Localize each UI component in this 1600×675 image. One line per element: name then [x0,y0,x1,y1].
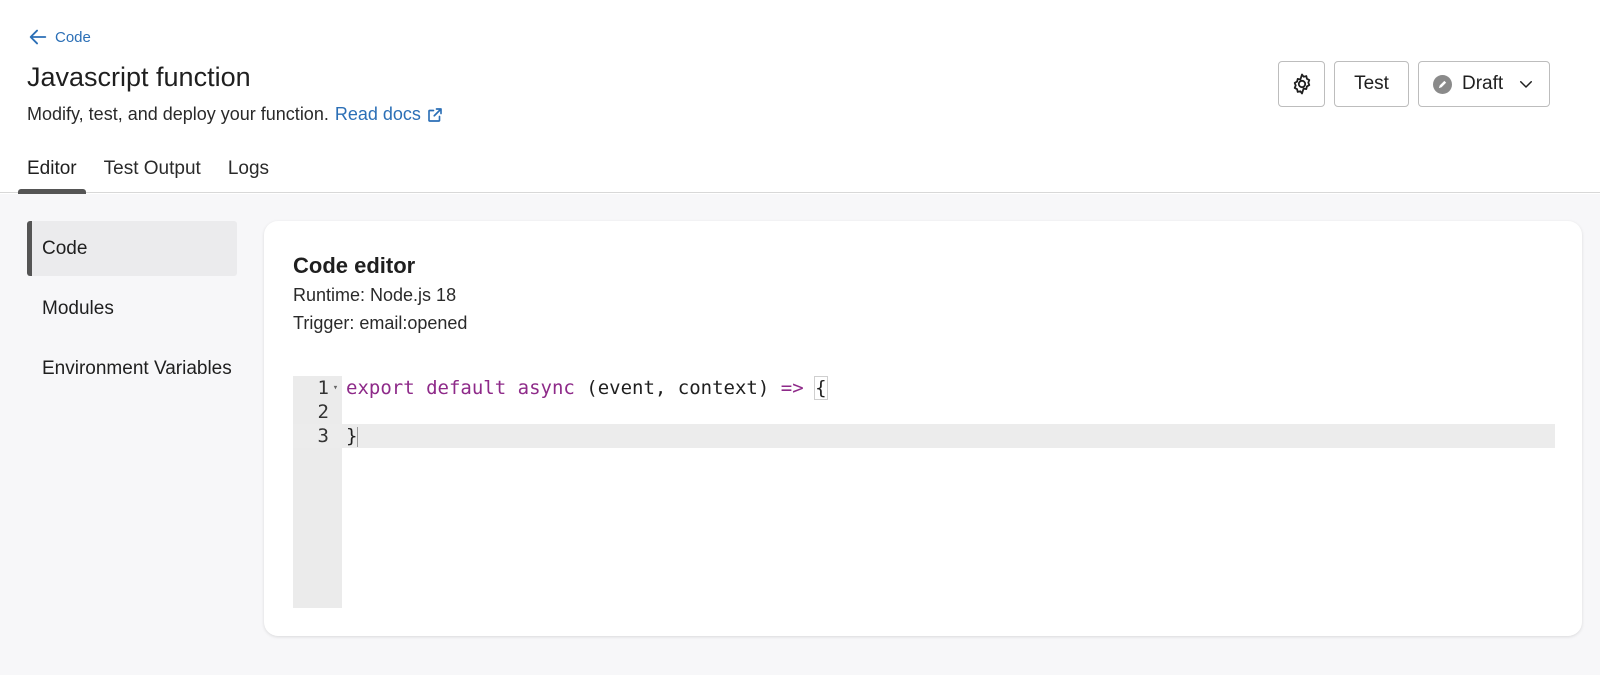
params-token: (event, context) [586,377,770,399]
subtitle-text: Modify, test, and deploy your function. [27,104,329,124]
code-line-2[interactable]: 2 [293,400,1555,424]
tab-editor[interactable]: Editor [18,150,86,194]
page-header: Code Javascript function Modify, test, a… [0,0,1600,194]
code-editor[interactable]: 1 ▾ export default async (event, context… [293,376,1555,608]
code-line-3[interactable]: 3 } [293,424,1555,448]
header-actions: Test Draft [1278,61,1550,107]
keyword-token: default [426,377,507,399]
line-number: 2 [317,401,329,423]
page-subtitle: Modify, test, and deploy your function. … [27,104,444,125]
card-title: Code editor [293,253,416,278]
gear-icon [1293,73,1310,95]
arrow-token: => [780,377,804,399]
sidenav-item-modules[interactable]: Modules [27,281,237,336]
chevron-down-icon [1520,81,1532,88]
external-link-icon [428,107,442,122]
main-content: Code Modules Environment Variables Code … [0,194,1600,675]
line-code: } [342,425,359,447]
closing-brace-token: } [346,425,358,447]
side-nav: Code Modules Environment Variables [27,221,237,401]
read-docs-label: Read docs [334,104,421,124]
status-label: Draft [1462,73,1504,94]
code-editor-card: Code editor Runtime: Node.js 18 Trigger:… [264,221,1582,636]
read-docs-link[interactable]: Read docs [335,104,444,125]
text-cursor [357,426,359,447]
status-dot-icon [1433,74,1452,94]
page-title: Javascript function [27,62,251,92]
back-link[interactable]: Code [27,26,91,48]
tab-bar: Editor Test Output Logs [18,150,278,194]
line-number: 3 [317,425,329,447]
runtime-label: Runtime: Node.js 18 [293,285,457,305]
line-code: export default async (event, context) =>… [342,376,828,400]
sidenav-item-code[interactable]: Code [27,221,237,276]
keyword-token: async [517,377,575,399]
line-number: 1 [317,377,329,399]
test-button[interactable]: Test [1334,61,1409,107]
settings-button[interactable] [1278,61,1325,107]
fold-triangle-icon[interactable]: ▾ [329,383,342,393]
trigger-label: Trigger: email:opened [293,313,468,333]
status-dropdown[interactable]: Draft [1418,61,1550,107]
sidenav-item-environment-variables[interactable]: Environment Variables [27,341,237,396]
brace-token: { [814,376,828,400]
arrow-left-icon [29,29,47,45]
back-link-label: Code [55,28,91,46]
keyword-token: export [346,377,415,399]
tab-test-output[interactable]: Test Output [95,150,210,193]
tab-logs[interactable]: Logs [219,150,278,193]
code-line-1[interactable]: 1 ▾ export default async (event, context… [293,376,1555,400]
